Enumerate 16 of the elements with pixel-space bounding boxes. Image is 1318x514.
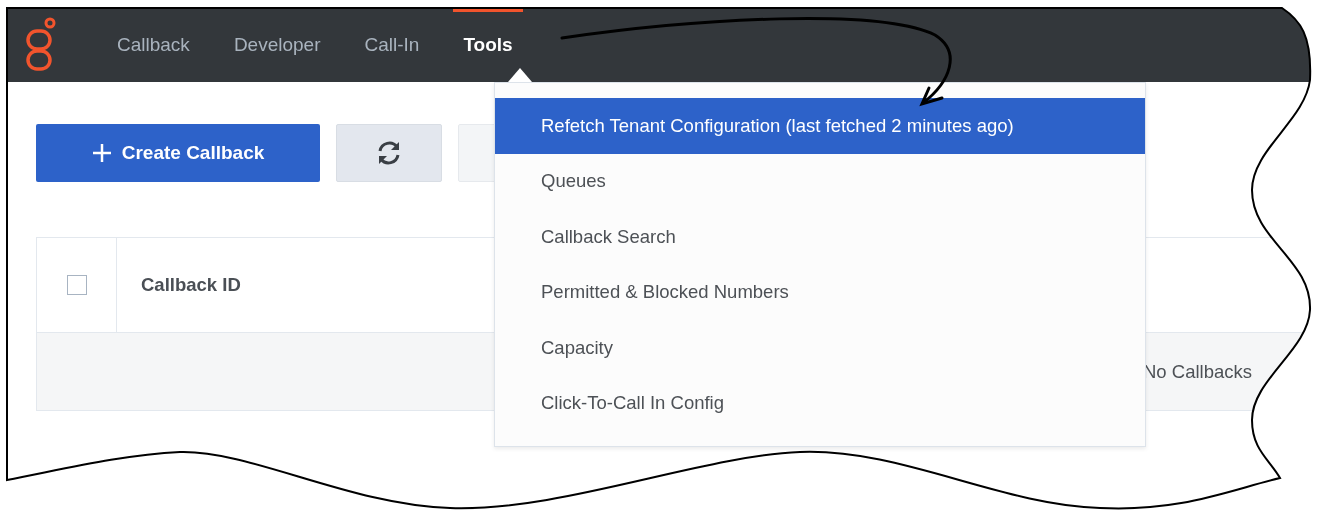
menu-item[interactable]: Capacity bbox=[495, 320, 1145, 376]
nav-tab[interactable]: Callback bbox=[107, 8, 200, 82]
nav-tab[interactable]: Developer bbox=[223, 8, 331, 82]
menu-item[interactable]: Click-To-Call In Config bbox=[495, 375, 1145, 431]
menu-item[interactable]: Callback Search bbox=[495, 209, 1145, 265]
column-header: Callback ID bbox=[140, 273, 241, 297]
nav-tab[interactable]: Call-In bbox=[354, 8, 430, 82]
refresh-button[interactable] bbox=[336, 124, 442, 182]
menu-item[interactable]: Permitted & Blocked Numbers bbox=[495, 264, 1145, 320]
checkbox[interactable] bbox=[66, 275, 87, 295]
menu-item[interactable]: Queues bbox=[495, 153, 1145, 209]
plus-icon bbox=[91, 143, 112, 163]
menu-item[interactable]: Refetch Tenant Configuration (last fetched 2 minutes ago) bbox=[495, 98, 1145, 154]
logo-icon bbox=[25, 17, 57, 73]
nav-tab[interactable]: Tools bbox=[453, 8, 523, 82]
create-callback-button[interactable]: Create Callback bbox=[36, 124, 320, 182]
